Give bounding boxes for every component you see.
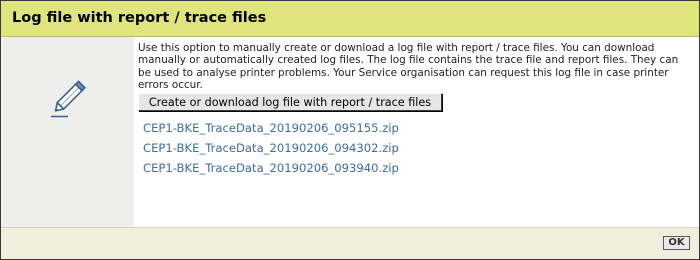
dialog-title: Log file with report / trace files: [12, 10, 267, 26]
title-bar: Log file with report / trace files: [1, 1, 699, 37]
ok-button[interactable]: OK: [663, 236, 690, 250]
pencil-icon: [51, 80, 86, 118]
icon-panel: [1, 37, 134, 227]
list-item: CEP1-BKE_TraceData_20190206_093940.zip: [143, 157, 399, 177]
dialog-footer: OK: [1, 227, 699, 259]
description-text: Use this option to manually create or do…: [138, 42, 679, 91]
log-file-dialog: Log file with report / trace files Use t…: [0, 0, 700, 260]
create-log-file-button[interactable]: Create or download log file with report …: [138, 93, 442, 111]
log-file-link[interactable]: CEP1-BKE_TraceData_20190206_093940.zip: [143, 161, 399, 175]
content-area: Use this option to manually create or do…: [134, 37, 699, 227]
log-file-link[interactable]: CEP1-BKE_TraceData_20190206_095155.zip: [143, 121, 399, 135]
list-item: CEP1-BKE_TraceData_20190206_095155.zip: [143, 117, 399, 137]
log-file-link[interactable]: CEP1-BKE_TraceData_20190206_094302.zip: [143, 141, 399, 155]
list-item: CEP1-BKE_TraceData_20190206_094302.zip: [143, 137, 399, 157]
log-file-list: CEP1-BKE_TraceData_20190206_095155.zip C…: [143, 117, 399, 177]
